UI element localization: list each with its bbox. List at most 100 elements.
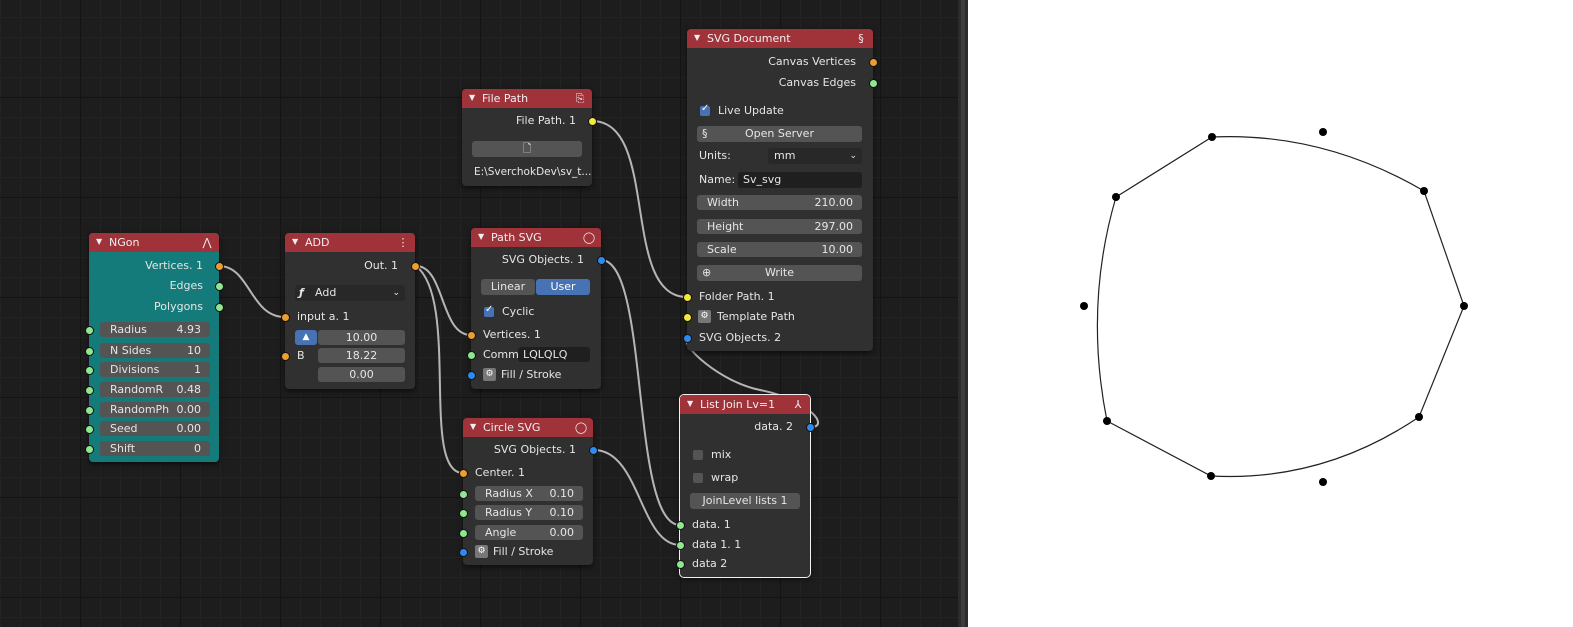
listjoin-input-1-socket[interactable] bbox=[676, 521, 685, 530]
add-b-x-field[interactable]: 10.00 bbox=[318, 330, 405, 345]
height-field[interactable]: Height 297.00 bbox=[697, 219, 862, 234]
collapse-triangle-icon[interactable]: ▼ bbox=[478, 232, 484, 241]
preview-vertex-dot bbox=[1319, 128, 1327, 136]
name-input[interactable]: Sv_svg bbox=[738, 172, 862, 188]
ngon-vertices-socket[interactable] bbox=[215, 262, 224, 271]
ngon-randomr-socket[interactable] bbox=[85, 386, 94, 395]
collapse-triangle-icon[interactable]: ▼ bbox=[687, 399, 693, 408]
mode-linear-button[interactable]: Linear bbox=[481, 279, 535, 295]
vector-toggle-button[interactable]: ▲ bbox=[295, 330, 317, 345]
ngon-radius-socket[interactable] bbox=[85, 326, 94, 335]
field-value: 0.10 bbox=[549, 506, 575, 519]
svgdoc-header[interactable]: ▼ SVG Document § bbox=[687, 29, 873, 48]
filepath-out-socket[interactable] bbox=[588, 117, 597, 126]
ngon-seed-field[interactable]: Seed 0.00 bbox=[100, 421, 210, 436]
preview-vertex-dot bbox=[1415, 413, 1423, 421]
pathsvg-header[interactable]: ▼ Path SVG ◯ bbox=[471, 228, 601, 247]
ngon-header[interactable]: ▼ NGon ⋀ bbox=[89, 233, 219, 252]
circlesvg-node[interactable]: ▼ Circle SVG ◯ SVG Objects. 1 Center. 1 … bbox=[459, 418, 598, 565]
field-label: Seed bbox=[110, 422, 138, 435]
cyclic-checkbox[interactable] bbox=[484, 304, 494, 317]
node-editor[interactable]: ▼ NGon ⋀ Vertices. 1 Edges Polygons Radi… bbox=[0, 0, 958, 627]
preview-vertex-dot bbox=[1103, 417, 1111, 425]
add-b-y-field[interactable]: 18.22 bbox=[318, 348, 405, 363]
add-out-socket[interactable] bbox=[411, 262, 420, 271]
live-update-checkbox[interactable] bbox=[700, 103, 710, 116]
wrap-checkbox[interactable] bbox=[693, 473, 703, 483]
collapse-triangle-icon[interactable]: ▼ bbox=[96, 237, 102, 246]
ngon-randomph-field[interactable]: RandomPh 0.00 bbox=[100, 402, 210, 417]
add-b-socket[interactable] bbox=[281, 352, 290, 361]
open-server-button[interactable]: § Open Server bbox=[697, 126, 862, 142]
units-dropdown[interactable]: mm ⌄ bbox=[768, 148, 862, 164]
filepath-header[interactable]: ▼ File Path ⎘ bbox=[462, 89, 592, 108]
circlesvg-center-socket[interactable] bbox=[459, 469, 468, 478]
add-header[interactable]: ▼ ADD ⋮ bbox=[285, 233, 415, 252]
circlesvg-fill-socket[interactable] bbox=[459, 548, 468, 557]
add-b-z-field[interactable]: 0.00 bbox=[318, 367, 405, 382]
radius-x-socket[interactable] bbox=[459, 490, 468, 499]
folder-path-socket[interactable] bbox=[683, 293, 692, 302]
ngon-radius-field[interactable]: Radius 4.93 bbox=[100, 322, 210, 337]
circlesvg-header[interactable]: ▼ Circle SVG ◯ bbox=[463, 418, 593, 437]
ngon-divisions-field[interactable]: Divisions 1 bbox=[100, 362, 210, 377]
comm-input[interactable]: LQLQLQ bbox=[518, 347, 590, 362]
menu-dots-icon[interactable]: ⋮ bbox=[396, 236, 410, 249]
circlesvg-out-socket[interactable] bbox=[589, 446, 598, 455]
ngon-node[interactable]: ▼ NGon ⋀ Vertices. 1 Edges Polygons Radi… bbox=[85, 233, 224, 462]
join-level-field[interactable]: JoinLevel lists 1 bbox=[690, 493, 800, 509]
ngon-divisions-socket[interactable] bbox=[85, 366, 94, 375]
angle-field[interactable]: Angle 0.00 bbox=[475, 525, 583, 540]
radius-y-field[interactable]: Radius Y 0.10 bbox=[475, 505, 583, 520]
area-splitter[interactable] bbox=[958, 0, 968, 627]
mode-user-button[interactable]: User bbox=[536, 279, 590, 295]
svg-objects-socket[interactable] bbox=[683, 334, 692, 343]
wire-filepath-svgdoc bbox=[591, 120, 688, 298]
listjoin-input-2-label: data 1. 1 bbox=[692, 538, 742, 551]
canvas-vertices-socket[interactable] bbox=[869, 58, 878, 67]
radius-y-socket[interactable] bbox=[459, 509, 468, 518]
file-icon: ⎘ bbox=[575, 92, 585, 105]
ngon-shift-socket[interactable] bbox=[85, 445, 94, 454]
listjoin-out-socket[interactable] bbox=[806, 423, 815, 432]
collapse-triangle-icon[interactable]: ▼ bbox=[470, 422, 476, 431]
listjoin-node[interactable]: ▼ List Join Lv=1 ⅄ data. 2 mix wrap Join… bbox=[676, 394, 815, 578]
width-field[interactable]: Width 210.00 bbox=[697, 195, 862, 210]
add-node[interactable]: ▼ ADD ⋮ Out. 1 ƒ Add ⌄ input a. 1 ▲ 10.0… bbox=[281, 233, 420, 389]
open-server-label: Open Server bbox=[745, 127, 814, 140]
add-mode-dropdown[interactable]: ƒ Add ⌄ bbox=[295, 285, 405, 301]
ngon-seed-socket[interactable] bbox=[85, 425, 94, 434]
pathsvg-out-socket[interactable] bbox=[597, 256, 606, 265]
listjoin-input-2-socket[interactable] bbox=[676, 541, 685, 550]
ngon-randomph-socket[interactable] bbox=[85, 406, 94, 415]
listjoin-input-1-label: data. 1 bbox=[692, 518, 731, 531]
add-input-a-socket[interactable] bbox=[281, 313, 290, 322]
listjoin-header[interactable]: ▼ List Join Lv=1 ⅄ bbox=[680, 395, 810, 414]
svgdoc-node[interactable]: ▼ SVG Document § Canvas Vertices Canvas … bbox=[683, 29, 878, 351]
filepath-output-label: File Path. 1 bbox=[515, 114, 576, 127]
ngon-randomr-field[interactable]: RandomR 0.48 bbox=[100, 382, 210, 397]
pathsvg-node[interactable]: ▼ Path SVG ◯ SVG Objects. 1 Linear User … bbox=[467, 228, 606, 389]
listjoin-input-3-socket[interactable] bbox=[676, 560, 685, 569]
ngon-nsides-field[interactable]: N Sides 10 bbox=[100, 343, 210, 358]
radius-x-field[interactable]: Radius X 0.10 bbox=[475, 486, 583, 501]
pathsvg-comm-socket[interactable] bbox=[467, 351, 476, 360]
ngon-edges-socket[interactable] bbox=[215, 282, 224, 291]
field-value: 0.00 bbox=[176, 422, 202, 435]
ngon-polygons-socket[interactable] bbox=[215, 303, 224, 312]
ngon-shift-field[interactable]: Shift 0 bbox=[100, 441, 210, 456]
ngon-nsides-socket[interactable] bbox=[85, 347, 94, 356]
filepath-node[interactable]: ▼ File Path ⎘ File Path. 1 🗋 E:\Sverchok… bbox=[462, 89, 597, 186]
scale-field[interactable]: Scale 10.00 bbox=[697, 242, 862, 257]
pathsvg-fill-socket[interactable] bbox=[467, 371, 476, 380]
collapse-triangle-icon[interactable]: ▼ bbox=[292, 237, 298, 246]
collapse-triangle-icon[interactable]: ▼ bbox=[469, 93, 475, 102]
mix-checkbox[interactable] bbox=[693, 450, 703, 460]
file-browse-button[interactable]: 🗋 bbox=[472, 141, 582, 157]
write-button[interactable]: ⊕ Write bbox=[697, 265, 862, 281]
template-path-socket[interactable] bbox=[683, 313, 692, 322]
canvas-edges-socket[interactable] bbox=[869, 79, 878, 88]
pathsvg-vertices-socket[interactable] bbox=[467, 331, 476, 340]
collapse-triangle-icon[interactable]: ▼ bbox=[694, 33, 700, 42]
angle-socket[interactable] bbox=[459, 529, 468, 538]
